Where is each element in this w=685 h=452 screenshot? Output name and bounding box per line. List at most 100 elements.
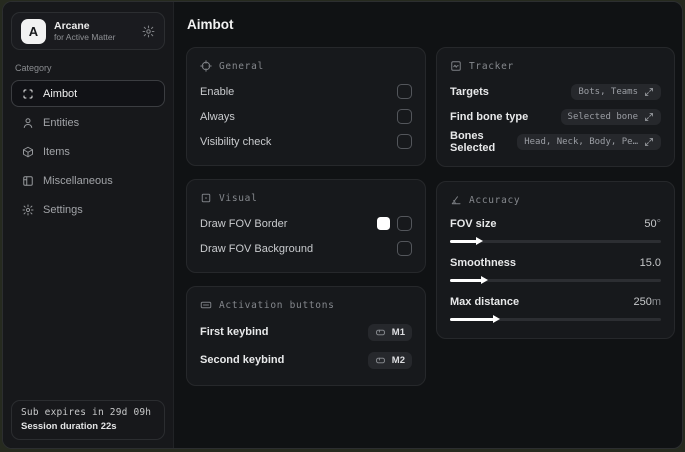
sidebar-item-entities[interactable]: Entities — [11, 109, 165, 136]
slider-thumb[interactable] — [476, 237, 484, 246]
always-checkbox[interactable] — [397, 109, 412, 124]
card-title: Visual — [219, 192, 258, 204]
brand-box: A Arcane for Active Matter — [11, 12, 165, 50]
setting-label: Find bone type — [450, 110, 529, 123]
page-title: Aimbot — [187, 17, 234, 32]
subscription-info: Sub expires in 29d 09h Session duration … — [11, 400, 165, 440]
dropdown-value: Head, Neck, Body, Pe… — [524, 137, 638, 147]
slider-value: 15.0 — [640, 257, 661, 269]
main-panel: Aimbot General Enable Always Visibility … — [174, 2, 682, 448]
draw-fov-border-checkbox[interactable] — [397, 216, 412, 231]
brand-logo: A — [21, 18, 46, 44]
setting-row: Targets Bots, Teams — [450, 80, 661, 103]
setting-row: Draw FOV Background — [200, 237, 412, 260]
expand-icon — [644, 112, 654, 122]
value-number: 250 — [633, 296, 652, 308]
setting-label: Visibility check — [200, 135, 272, 148]
setting-label: Draw FOV Background — [200, 242, 314, 255]
setting-row: Always — [200, 105, 412, 128]
value-unit: ° — [656, 218, 661, 230]
scan-icon — [22, 88, 34, 100]
setting-label: Max distance — [450, 296, 520, 308]
setting-row: Draw FOV Border — [200, 212, 412, 235]
expand-icon — [644, 137, 654, 147]
brand-subtitle: for Active Matter — [54, 31, 116, 42]
fov-border-color-swatch[interactable] — [377, 217, 390, 230]
setting-row: Find bone type Selected bone — [450, 105, 661, 128]
slider-value: 250m — [633, 296, 661, 308]
crosshair-icon — [200, 60, 212, 72]
card-title: Accuracy — [469, 194, 521, 206]
value-number: 15.0 — [639, 257, 661, 269]
gear-icon — [22, 204, 34, 216]
setting-row: Second keybind M2 — [200, 347, 412, 373]
value-number: 50 — [644, 218, 657, 230]
slider-thumb[interactable] — [480, 276, 488, 285]
sidebar-item-label: Miscellaneous — [43, 174, 113, 187]
activation-buttons-card: Activation buttons First keybind M1 Seco… — [186, 286, 426, 386]
sub-expires-text: Sub expires in 29d 09h — [21, 407, 152, 418]
gear-icon[interactable] — [142, 25, 155, 38]
mouse-icon — [375, 355, 386, 366]
sidebar-item-settings[interactable]: Settings — [11, 196, 165, 223]
slider-value: 50° — [644, 218, 661, 230]
bones-selected-dropdown[interactable]: Head, Neck, Body, Pe… — [517, 134, 661, 150]
setting-label: Smoothness — [450, 257, 517, 269]
sidebar-item-label: Aimbot — [43, 87, 78, 100]
tracker-icon — [450, 60, 462, 72]
setting-label: Enable — [200, 85, 235, 98]
setting-label: Second keybind — [200, 354, 285, 366]
frame-icon — [200, 192, 212, 204]
sidebar-item-label: Settings — [43, 203, 83, 216]
setting-row: Enable — [200, 80, 412, 103]
app-window: A Arcane for Active Matter Category Aimb… — [2, 1, 683, 449]
card-title: Activation buttons — [219, 299, 335, 311]
setting-label: First keybind — [200, 326, 269, 338]
sidebar-item-items[interactable]: Items — [11, 138, 165, 165]
accuracy-card: Accuracy FOV size 50° Smoothness 15.0 Ma… — [436, 181, 675, 339]
visual-card: Visual Draw FOV Border Draw FOV Backgrou… — [186, 179, 426, 273]
tracker-card: Tracker Targets Bots, Teams Find bone ty… — [436, 47, 675, 167]
card-title: General — [219, 60, 264, 72]
find-bone-type-dropdown[interactable]: Selected bone — [560, 108, 661, 125]
mouse-icon — [375, 327, 386, 338]
keyboard-icon — [200, 299, 212, 311]
targets-dropdown[interactable]: Bots, Teams — [571, 83, 661, 100]
sidebar-item-miscellaneous[interactable]: Miscellaneous — [11, 167, 165, 194]
setting-row: Smoothness 15.0 — [450, 253, 661, 285]
max-distance-slider[interactable] — [450, 315, 661, 324]
setting-label: FOV size — [450, 218, 497, 230]
slider-thumb[interactable] — [493, 315, 501, 324]
category-label: Category — [15, 63, 52, 73]
dropdown-value: Bots, Teams — [578, 86, 638, 97]
cube-icon — [22, 146, 34, 158]
setting-label: Targets — [450, 85, 489, 98]
card-title: Tracker — [469, 60, 514, 72]
setting-row: Max distance 250m — [450, 292, 661, 324]
setting-row: Bones Selected Head, Neck, Body, Pe… — [450, 130, 661, 154]
second-keybind-button[interactable]: M2 — [367, 351, 412, 369]
angle-icon — [450, 194, 462, 206]
dropdown-value: Selected bone — [567, 111, 638, 122]
slider-fill — [450, 237, 484, 246]
visibility-check-checkbox[interactable] — [397, 134, 412, 149]
general-card: General Enable Always Visibility check — [186, 47, 426, 166]
fov-size-slider[interactable] — [450, 237, 661, 246]
first-keybind-button[interactable]: M1 — [367, 323, 412, 341]
setting-label: Bones Selected — [450, 130, 496, 154]
setting-row: FOV size 50° — [450, 214, 661, 246]
smoothness-slider[interactable] — [450, 276, 661, 285]
setting-row: Visibility check — [200, 130, 412, 153]
setting-row: First keybind M1 — [200, 319, 412, 345]
session-duration-text: Session duration 22s — [21, 421, 117, 432]
slider-fill — [450, 315, 501, 324]
sidebar-item-label: Items — [43, 145, 70, 158]
slider-fill — [450, 276, 488, 285]
expand-icon — [644, 87, 654, 97]
enable-checkbox[interactable] — [397, 84, 412, 99]
draw-fov-background-checkbox[interactable] — [397, 241, 412, 256]
layout-icon — [22, 175, 34, 187]
sidebar: A Arcane for Active Matter Category Aimb… — [3, 2, 174, 448]
sidebar-item-aimbot[interactable]: Aimbot — [11, 80, 165, 107]
value-unit: m — [651, 296, 661, 308]
